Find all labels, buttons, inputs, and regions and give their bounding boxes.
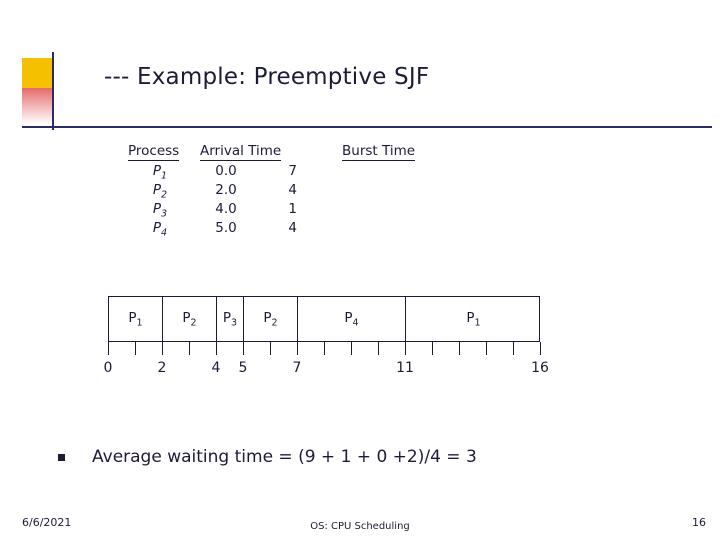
footer-page-number: 16: [692, 516, 706, 529]
axis-tick: [162, 342, 164, 355]
gantt-segment: P1: [406, 297, 541, 341]
axis-tick-label: 16: [531, 360, 549, 376]
page-title: --- Example: Preemptive SJF: [104, 64, 430, 90]
gantt-segment: P2: [244, 297, 298, 341]
axis-tick: [540, 342, 542, 355]
column-header-burst-time: Burst Time: [342, 143, 416, 161]
axis-tick: [351, 342, 353, 355]
column-header-process: Process: [128, 143, 180, 161]
cell-process-id: P1: [152, 163, 168, 182]
list-item: Average waiting time = (9 + 1 + 0 +2)/4 …: [58, 447, 477, 467]
axis-tick-label: 5: [238, 360, 248, 376]
axis-tick: [513, 342, 515, 355]
gantt-segment-label: P2: [263, 309, 278, 329]
gantt-segment: P3: [217, 297, 244, 341]
cell-process-id: P4: [152, 220, 168, 239]
cell-arrival-time: 4.0: [215, 201, 237, 217]
gantt-segment: P1: [109, 297, 163, 341]
axis-tick-label: 7: [292, 360, 302, 376]
cell-process-id: P2: [152, 182, 168, 201]
gantt-segment-label: P3: [222, 309, 238, 329]
cell-process-id: P3: [152, 201, 168, 220]
axis-tick: [459, 342, 461, 355]
average-waiting-time-text: Average waiting time = (9 + 1 + 0 +2)/4 …: [92, 447, 477, 467]
gantt-segment-label: P4: [344, 309, 359, 329]
axis-tick: [270, 342, 272, 355]
gantt-segment-label: P2: [182, 309, 197, 329]
axis-tick-label: 0: [103, 360, 113, 376]
axis-tick: [216, 342, 218, 355]
axis-tick: [297, 342, 299, 355]
cell-arrival-time: 0.0: [215, 163, 237, 179]
decor-gradient-square: [22, 88, 52, 124]
bullet-square-icon: [58, 453, 65, 461]
axis-tick: [486, 342, 488, 355]
gantt-segment: P4: [298, 297, 406, 341]
axis-tick-label: 4: [211, 360, 221, 376]
gantt-segment-label: P1: [466, 309, 481, 329]
axis-tick: [135, 342, 137, 355]
axis-tick: [108, 342, 110, 355]
footer-title: OS: CPU Scheduling: [310, 521, 410, 532]
decor-horizontal-rule: [22, 126, 712, 128]
axis-tick: [378, 342, 380, 355]
cell-burst-time: 7: [288, 163, 297, 179]
column-header-arrival-time: Arrival Time: [200, 143, 282, 161]
cell-burst-time: 4: [288, 220, 297, 236]
gantt-segment-label: P1: [128, 309, 143, 329]
gantt-segment: P2: [163, 297, 217, 341]
gantt-chart: P1 P2 P3 P2 P4 P1: [108, 296, 540, 342]
cell-arrival-time: 5.0: [215, 220, 237, 236]
cell-burst-time: 1: [288, 201, 297, 217]
cell-burst-time: 4: [288, 182, 297, 198]
decor-yellow-square: [22, 58, 52, 88]
axis-tick-label: 2: [157, 360, 167, 376]
axis-tick: [324, 342, 326, 355]
axis-tick: [189, 342, 191, 355]
axis-tick: [432, 342, 434, 355]
axis-tick: [405, 342, 407, 355]
decor-vertical-rule: [52, 52, 54, 130]
axis-tick: [243, 342, 245, 355]
axis-tick-label: 11: [396, 360, 414, 376]
cell-arrival-time: 2.0: [215, 182, 237, 198]
